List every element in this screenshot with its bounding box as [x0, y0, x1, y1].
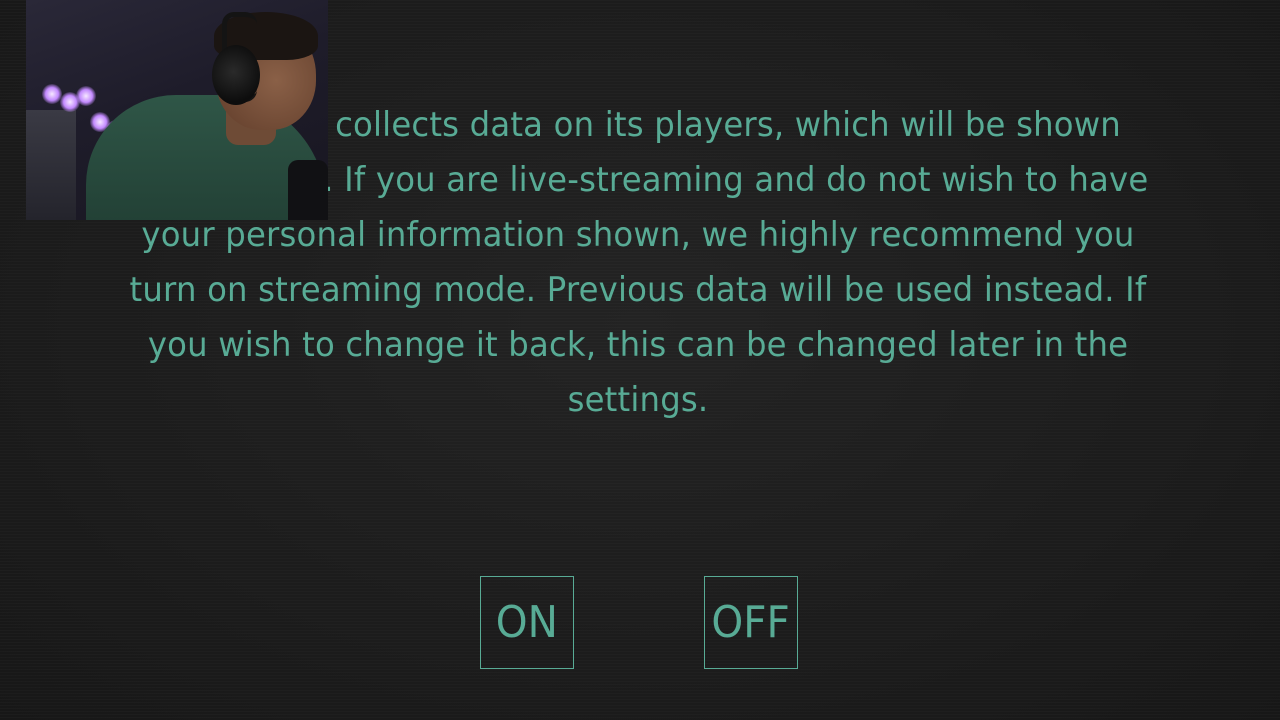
off-label: OFF: [711, 597, 791, 648]
streaming-mode-off-button[interactable]: OFF: [704, 576, 798, 669]
on-label: ON: [495, 597, 559, 648]
webcam-light: [76, 86, 96, 106]
webcam-background-shelf: [26, 110, 76, 220]
microphone-icon: [288, 160, 328, 220]
headphone-cup: [212, 45, 260, 105]
webcam-overlay: [26, 0, 328, 220]
streaming-mode-screen: This game collects data on its players, …: [0, 0, 1280, 720]
streaming-mode-on-button[interactable]: ON: [480, 576, 574, 669]
webcam-light: [42, 84, 62, 104]
